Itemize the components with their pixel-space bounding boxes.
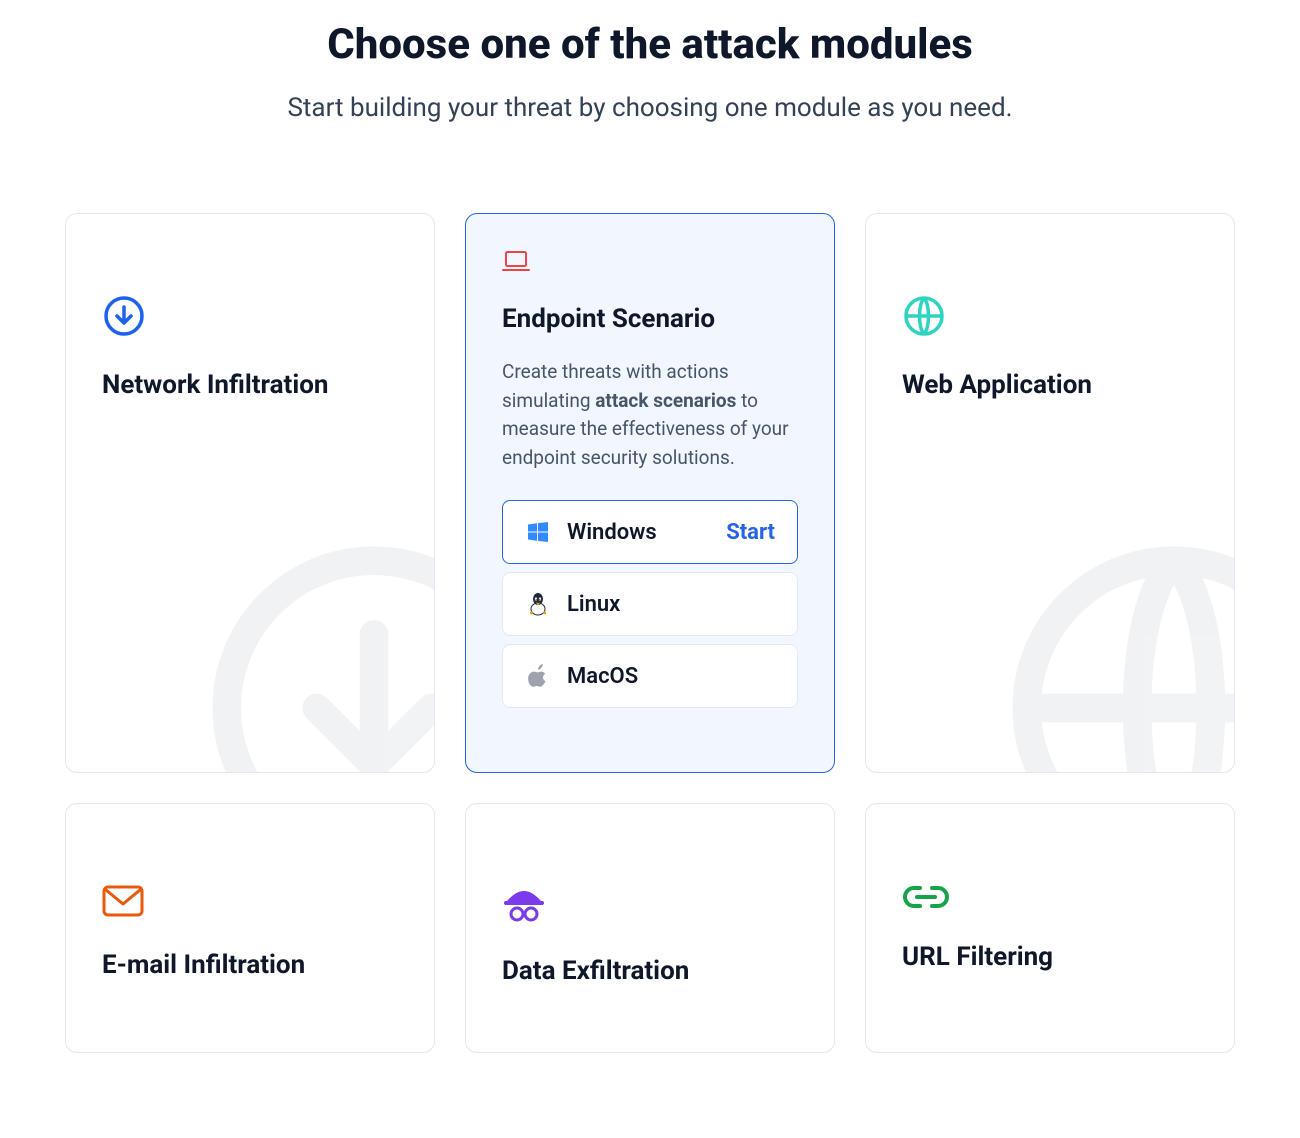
os-option-list: Windows Start [502,500,798,708]
module-card-url-filtering[interactable]: URL Filtering [865,803,1235,1053]
module-grid: Network Infiltration Endpoint Scenario C… [0,213,1300,1053]
background-decoration [994,528,1235,773]
windows-icon [525,521,551,543]
module-title: Network Infiltration [102,370,398,400]
module-title: Endpoint Scenario [502,304,798,334]
globe-icon [902,294,1198,342]
module-card-endpoint-scenario[interactable]: Endpoint Scenario Create threats with ac… [465,213,835,773]
module-title: Web Application [902,370,1198,400]
start-button[interactable]: Start [726,520,775,545]
apple-icon [525,664,551,688]
module-card-email-infiltration[interactable]: E-mail Infiltration [65,803,435,1053]
module-title: URL Filtering [902,942,1198,972]
module-title: E-mail Infiltration [102,950,398,980]
module-card-network-infiltration[interactable]: Network Infiltration [65,213,435,773]
link-icon [902,884,1198,914]
laptop-icon [502,250,798,276]
spy-icon [502,884,798,928]
header: Choose one of the attack modules Start b… [0,20,1300,123]
page-title: Choose one of the attack modules [0,20,1300,69]
background-decoration [194,528,435,773]
os-option-label: Linux [567,592,775,617]
download-circle-icon [102,294,398,342]
os-option-linux[interactable]: Linux [502,572,798,636]
linux-icon [525,592,551,616]
mail-icon [102,884,398,922]
page-subtitle: Start building your threat by choosing o… [0,93,1300,123]
os-option-windows[interactable]: Windows Start [502,500,798,564]
module-description: Create threats with actions simulating a… [502,358,798,472]
module-card-data-exfiltration[interactable]: Data Exfiltration [465,803,835,1053]
os-option-label: MacOS [567,664,775,689]
os-option-label: Windows [567,520,726,545]
os-option-macos[interactable]: MacOS [502,644,798,708]
module-title: Data Exfiltration [502,956,798,986]
module-card-web-application[interactable]: Web Application [865,213,1235,773]
